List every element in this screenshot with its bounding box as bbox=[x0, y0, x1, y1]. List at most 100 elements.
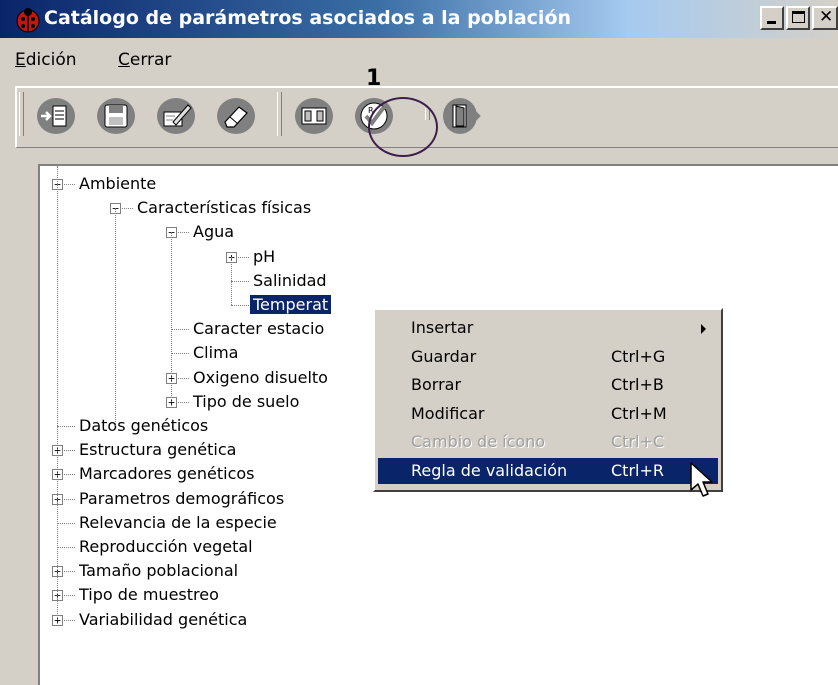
close-icon: ✕ bbox=[819, 7, 834, 27]
menu-cerrar[interactable]: Cerrar bbox=[118, 50, 171, 70]
tree-node-label: Reproducción vegetal bbox=[79, 537, 253, 556]
context-menu-item-label: Borrar bbox=[411, 375, 462, 395]
context-menu: Insertar Guardar Ctrl+G Borrar Ctrl+B Modific… bbox=[373, 308, 723, 492]
edit-button[interactable] bbox=[155, 96, 197, 136]
context-menu-item-label: Regla de validación bbox=[411, 461, 568, 480]
insert-button[interactable] bbox=[35, 96, 77, 136]
exit-button[interactable] bbox=[441, 96, 483, 136]
tree-connector bbox=[231, 305, 249, 306]
menu-cerrar-accel: C bbox=[118, 50, 130, 70]
tree-node-label: Marcadores genéticos bbox=[79, 464, 255, 484]
toolbar-separator bbox=[277, 92, 282, 136]
tree-node-label: Tamaño poblacional bbox=[79, 561, 239, 581]
tree-node[interactable]: Variabilidad genética bbox=[76, 608, 250, 632]
context-menu-item-shortcut: Ctrl+B bbox=[611, 375, 664, 395]
title-bar[interactable]: Catálogo de parámetros asociados a la po… bbox=[0, 0, 838, 38]
app-ladybug-icon bbox=[15, 7, 41, 33]
tree-connector bbox=[57, 522, 75, 524]
tree-node[interactable]: Datos genéticos bbox=[76, 414, 211, 438]
tree-node-label: Variabilidad genética bbox=[79, 609, 248, 629]
context-menu-item-shortcut: Ctrl+C bbox=[611, 432, 665, 452]
toolbar-grip[interactable] bbox=[19, 92, 24, 136]
tree-node[interactable]: Temperat bbox=[250, 293, 332, 317]
minimize-button[interactable] bbox=[760, 6, 784, 30]
tree-node[interactable]: Ambiente bbox=[76, 172, 159, 196]
tree-node[interactable]: Características físicas bbox=[134, 196, 314, 220]
tree-connector bbox=[231, 280, 249, 282]
tree-guide-line bbox=[231, 256, 232, 305]
tree-node-label: pH bbox=[253, 246, 276, 266]
erase-icon bbox=[217, 98, 255, 134]
context-menu-item[interactable]: Insertar bbox=[378, 315, 718, 341]
context-menu-item-label: Guardar bbox=[411, 346, 477, 366]
context-menu-item-label: Modificar bbox=[411, 403, 485, 423]
catalog-window: Catálogo de parámetros asociados a la po… bbox=[0, 0, 838, 685]
change-icon-button[interactable] bbox=[293, 96, 335, 136]
tree-connector bbox=[57, 426, 75, 427]
edit-icon bbox=[157, 98, 195, 134]
tree-node-label: Tipo de muestreo bbox=[79, 585, 219, 605]
maximize-button[interactable] bbox=[786, 6, 810, 30]
tree-node[interactable]: Relevancia de la especie bbox=[76, 511, 280, 535]
tree-guide-line bbox=[115, 208, 116, 426]
context-menu-item[interactable]: Guardar Ctrl+G bbox=[378, 344, 718, 370]
close-button[interactable]: ✕ bbox=[812, 6, 838, 30]
menu-edicion[interactable]: Edición bbox=[15, 50, 77, 70]
context-menu-item-shortcut: Ctrl+R bbox=[611, 461, 664, 480]
annotation-circle bbox=[368, 97, 438, 157]
tree-node-label: Salinidad bbox=[253, 270, 327, 290]
context-menu-item-shortcut: Ctrl+M bbox=[611, 403, 667, 423]
tree-node-label: Tipo de suelo bbox=[193, 391, 300, 411]
tree-node-label: Relevancia de la especie bbox=[79, 512, 277, 532]
menu-cerrar-label: errar bbox=[129, 50, 172, 70]
save-button[interactable] bbox=[95, 96, 137, 136]
tree-node[interactable]: Agua bbox=[190, 220, 237, 244]
tree-guide-line bbox=[171, 232, 172, 402]
tree-connector bbox=[57, 547, 75, 548]
tree-node[interactable]: Parametros demográficos bbox=[76, 487, 287, 511]
tree-node-label: Parametros demográficos bbox=[79, 488, 285, 508]
context-menu-item[interactable]: Borrar Ctrl+B bbox=[378, 372, 718, 398]
context-menu-item-shortcut: Ctrl+G bbox=[611, 346, 666, 366]
tree-node[interactable]: Caracter estacio bbox=[190, 317, 327, 341]
insert-icon bbox=[37, 98, 75, 134]
tree-node-label: Oxigeno disuelto bbox=[193, 367, 328, 387]
tree-connector bbox=[171, 329, 189, 331]
tree-node-label: Caracter estacio bbox=[193, 319, 325, 339]
exit-icon bbox=[443, 98, 481, 134]
context-menu-item-label: Insertar bbox=[411, 318, 474, 337]
tree-node-label-selected: Temperat bbox=[250, 295, 332, 314]
tree-node[interactable]: Estructura genética bbox=[76, 438, 239, 462]
tree-node[interactable]: Tamaño poblacional bbox=[76, 559, 241, 583]
tree-node[interactable]: Salinidad bbox=[250, 269, 330, 293]
tree-node[interactable]: Oxigeno disuelto bbox=[190, 366, 331, 390]
tree-node[interactable]: Tipo de suelo bbox=[190, 390, 302, 414]
tree-node[interactable]: Marcadores genéticos bbox=[76, 462, 258, 486]
tree-connector bbox=[171, 353, 189, 355]
context-menu-item-label: Cambio de ícono bbox=[411, 432, 546, 452]
tree-node-label: Ambiente bbox=[79, 174, 157, 193]
tree-node-label: Estructura genética bbox=[79, 440, 237, 460]
menu-edicion-accel: E bbox=[15, 50, 26, 70]
tree-node-label: Datos genéticos bbox=[79, 416, 209, 435]
tree-node[interactable]: pH bbox=[250, 245, 278, 269]
tree-node-label: Agua bbox=[193, 222, 235, 242]
tree-node-label: Características físicas bbox=[137, 198, 312, 218]
window-title: Catálogo de parámetros asociados a la po… bbox=[44, 7, 572, 29]
annotation-number: 1 bbox=[366, 66, 382, 91]
minimize-icon bbox=[767, 21, 776, 24]
tree-node[interactable]: Tipo de muestreo bbox=[76, 583, 222, 607]
tree-node[interactable]: Clima bbox=[190, 341, 241, 365]
tree-node[interactable]: Reproducción vegetal bbox=[76, 535, 256, 559]
save-icon bbox=[97, 98, 135, 134]
context-menu-item[interactable]: Modificar Ctrl+M bbox=[378, 401, 718, 427]
menu-edicion-label: dición bbox=[25, 50, 77, 70]
maximize-icon bbox=[792, 11, 805, 23]
context-menu-item: Cambio de ícono Ctrl+C bbox=[378, 429, 718, 455]
submenu-arrow-icon bbox=[701, 324, 706, 334]
mouse-pointer-icon bbox=[690, 462, 716, 506]
change-icon-icon bbox=[295, 98, 333, 134]
erase-button[interactable] bbox=[215, 96, 257, 136]
tree-trunk-line bbox=[57, 166, 58, 620]
context-menu-item[interactable]: Regla de validación Ctrl+R bbox=[378, 458, 718, 484]
